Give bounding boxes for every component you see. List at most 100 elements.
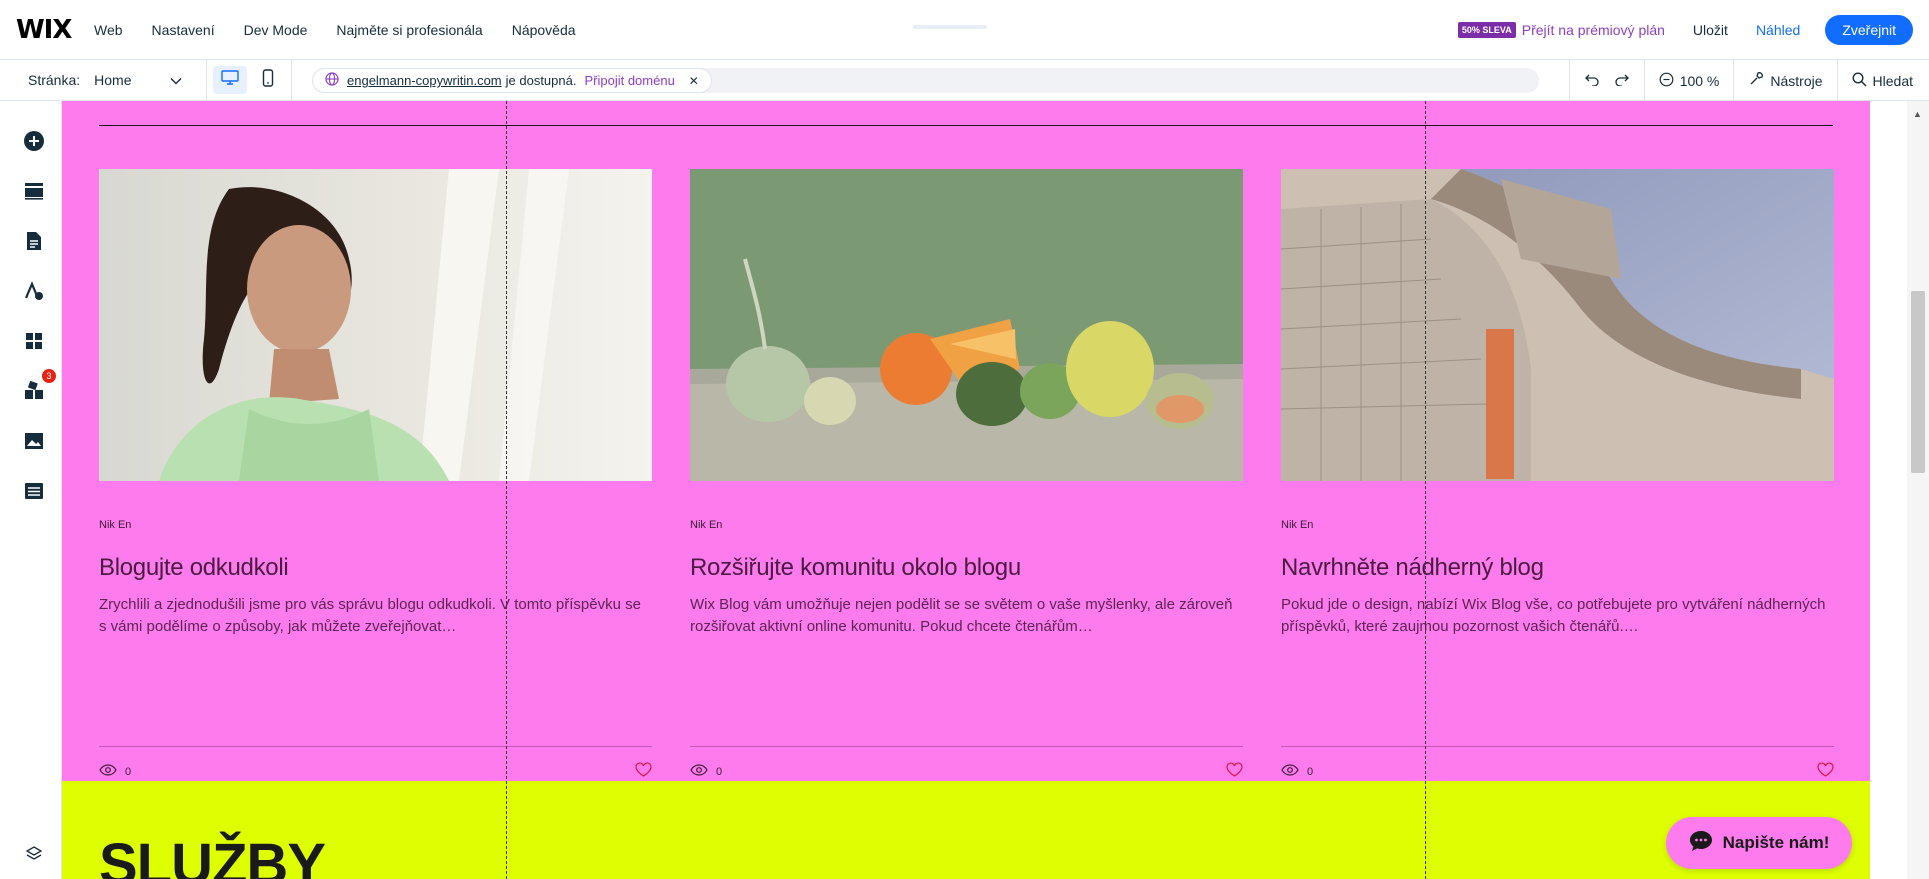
notification-badge: 3	[42, 369, 56, 383]
page-select[interactable]: Home	[94, 72, 190, 88]
scrollbar-track[interactable]	[1907, 101, 1929, 879]
post-views: 0	[1281, 764, 1313, 779]
card-divider	[690, 746, 1243, 747]
post-views: 0	[99, 764, 131, 779]
toolbar-right: 100 % Nástroje Hledat	[1568, 60, 1929, 101]
section-divider	[99, 125, 1833, 126]
business-apps-icon[interactable]	[22, 379, 46, 403]
desktop-icon	[221, 69, 239, 91]
preview-button[interactable]: Náhled	[1756, 22, 1800, 38]
post-author[interactable]: Nik En	[690, 519, 1243, 531]
chat-button[interactable]: Napište nám!	[1666, 817, 1852, 869]
services-heading[interactable]: SLUŽBY	[99, 831, 326, 879]
blog-post-card[interactable]: Nik En Blogujte odkudkoli Zrychlili a zj…	[99, 169, 652, 778]
mobile-icon	[262, 68, 274, 92]
mobile-view-button[interactable]	[251, 66, 285, 94]
tools-icon	[1748, 71, 1764, 90]
like-heart-icon[interactable]	[1817, 762, 1834, 782]
card-divider	[99, 746, 652, 747]
top-right-actions: 50% SLEVA Přejít na prémiový plán Uložit…	[1457, 0, 1913, 60]
nav-dev-mode[interactable]: Dev Mode	[244, 22, 308, 38]
left-sidebar: 3	[0, 101, 62, 879]
post-title[interactable]: Navrhněte nádherný blog	[1281, 554, 1834, 582]
top-handle	[913, 25, 987, 29]
top-nav: Web Nastavení Dev Mode Najměte si profes…	[94, 22, 605, 38]
toolbar-separator	[291, 59, 293, 101]
media-icon[interactable]	[22, 429, 46, 453]
post-excerpt[interactable]: Zrychlili a zjednodušili jsme pro vás sp…	[99, 594, 652, 638]
blog-section[interactable]: Nik En Blogujte odkudkoli Zrychlili a zj…	[62, 101, 1870, 781]
canvas-scrollbar[interactable]: ▲	[1870, 101, 1929, 879]
editor-toolbar: Stránka: Home engelmann-copywritin.com j…	[0, 59, 1929, 101]
post-author[interactable]: Nik En	[99, 519, 652, 531]
search-label: Hledat	[1872, 72, 1913, 89]
post-image-vegetables[interactable]	[690, 169, 1243, 481]
zoom-control[interactable]: 100 %	[1643, 60, 1734, 101]
domain-name[interactable]: engelmann-copywritin.com	[347, 73, 502, 88]
pages-icon[interactable]	[22, 229, 46, 253]
blog-post-card[interactable]: Nik En Navrhněte nádherný blog Pokud jde…	[1281, 169, 1834, 778]
chat-bubble-icon	[1689, 830, 1713, 857]
cms-table-icon[interactable]	[22, 479, 46, 503]
chat-label: Napište nám!	[1722, 833, 1830, 852]
zoom-level: 100 %	[1679, 72, 1720, 89]
domain-pill: engelmann-copywritin.com je dostupná. Př…	[312, 68, 712, 93]
add-elements-icon[interactable]	[22, 129, 46, 153]
post-excerpt[interactable]: Wix Blog vám umožňuje nejen podělit se s…	[690, 594, 1243, 638]
eye-icon	[690, 764, 708, 779]
desktop-view-button[interactable]	[213, 66, 248, 94]
blog-post-card[interactable]: Nik En Rozšiřujte komunitu okolo blogu W…	[690, 169, 1243, 778]
nav-help[interactable]: Nápověda	[512, 22, 576, 38]
layers-icon[interactable]	[22, 842, 46, 866]
domain-bar: engelmann-copywritin.com je dostupná. Př…	[312, 68, 1539, 93]
eye-icon	[99, 764, 117, 779]
publish-button[interactable]: Zveřejnit	[1825, 15, 1913, 45]
search-button[interactable]: Hledat	[1836, 60, 1929, 101]
views-count: 0	[125, 765, 132, 778]
post-image-architecture[interactable]	[1281, 169, 1834, 481]
wix-logo[interactable]: WIX	[16, 15, 94, 45]
apps-grid-icon[interactable]	[22, 329, 46, 353]
page-label: Stránka:	[28, 72, 81, 88]
upgrade-link[interactable]: Přejít na prémiový plán	[1522, 22, 1665, 38]
gridline-guide	[506, 101, 507, 879]
connect-domain-link[interactable]: Připojit doménu	[584, 73, 674, 88]
page-select-value: Home	[94, 72, 132, 88]
redo-icon[interactable]	[1614, 72, 1630, 89]
close-icon[interactable]: ✕	[689, 74, 699, 88]
views-count: 0	[1307, 765, 1314, 778]
post-title[interactable]: Blogujte odkudkoli	[99, 554, 652, 582]
post-author[interactable]: Nik En	[1281, 519, 1834, 531]
domain-status: je dostupná.	[505, 73, 577, 88]
nav-hire-pro[interactable]: Najměte si profesionála	[336, 22, 482, 38]
post-excerpt[interactable]: Pokud jde o design, nabízí Wix Blog vše,…	[1281, 594, 1834, 638]
nav-settings[interactable]: Nastavení	[152, 22, 215, 38]
undo-icon[interactable]	[1584, 72, 1600, 89]
nav-web[interactable]: Web	[94, 22, 123, 38]
card-divider	[1281, 746, 1834, 747]
discount-badge: 50% SLEVA	[1457, 22, 1516, 38]
scrollbar-thumb[interactable]	[1911, 291, 1925, 473]
like-heart-icon[interactable]	[1226, 762, 1243, 782]
tools-button[interactable]: Nástroje	[1733, 60, 1836, 101]
post-views: 0	[690, 764, 722, 779]
zoom-out-icon	[1659, 72, 1674, 90]
views-count: 0	[716, 765, 723, 778]
services-section[interactable]	[62, 781, 1870, 879]
add-section-icon[interactable]	[22, 179, 46, 203]
like-heart-icon[interactable]	[635, 762, 652, 782]
top-bar: WIX Web Nastavení Dev Mode Najměte si pr…	[0, 0, 1929, 60]
chevron-down-icon	[170, 72, 182, 88]
tools-label: Nástroje	[1770, 72, 1823, 89]
design-icon[interactable]	[22, 279, 46, 303]
globe-icon	[325, 72, 339, 89]
undo-redo-group	[1568, 60, 1644, 101]
editor-canvas[interactable]: Nik En Blogujte odkudkoli Zrychlili a zj…	[62, 101, 1870, 879]
eye-icon	[1281, 764, 1299, 779]
scroll-up-arrow-icon[interactable]: ▲	[1913, 109, 1922, 119]
save-button[interactable]: Uložit	[1693, 22, 1728, 38]
post-title[interactable]: Rozšiřujte komunitu okolo blogu	[690, 554, 1243, 582]
toolbar-separator	[206, 59, 208, 101]
post-image-woman[interactable]	[99, 169, 652, 481]
search-icon	[1852, 71, 1867, 90]
